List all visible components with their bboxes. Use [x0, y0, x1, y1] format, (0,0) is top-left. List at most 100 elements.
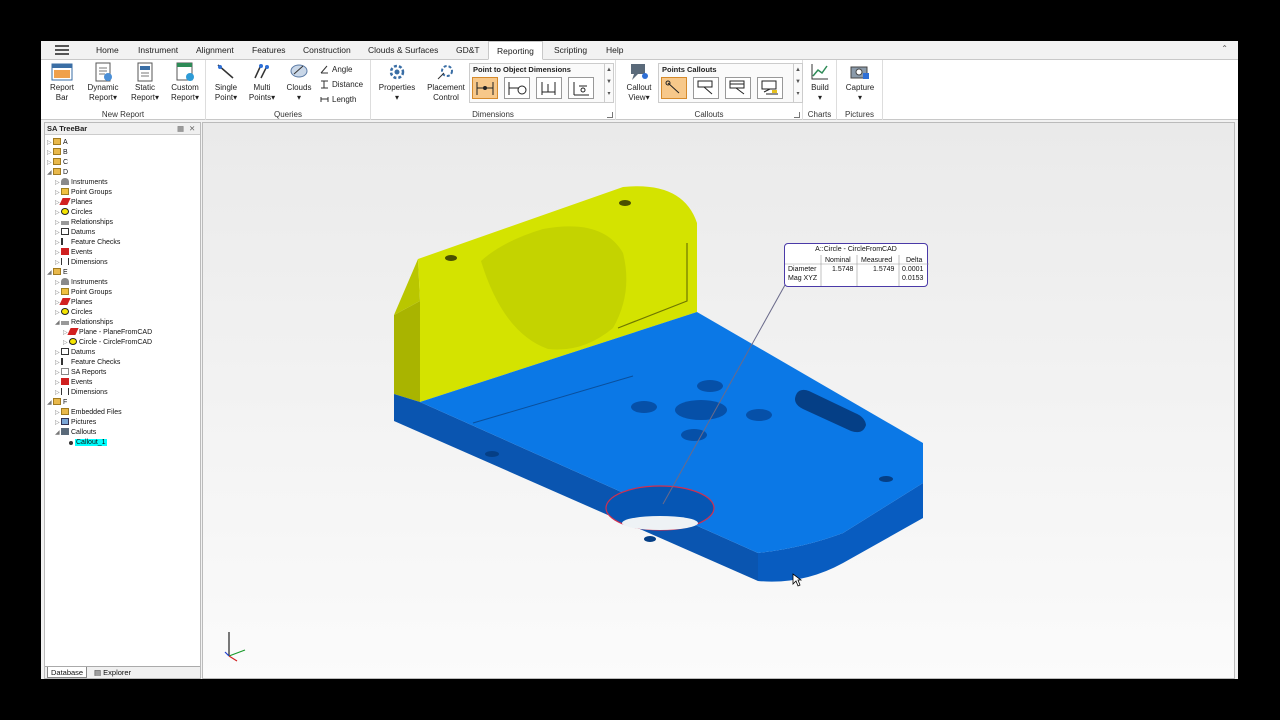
tab-help[interactable]: Help	[606, 41, 623, 60]
relationship-icon	[61, 221, 69, 225]
angle-button[interactable]: Angle	[320, 64, 352, 76]
expand-arrow-icon[interactable]: ▷	[55, 208, 61, 218]
dimension-style-3-button[interactable]	[536, 77, 562, 99]
tree-node[interactable]: ▷ Embedded Files	[55, 408, 122, 418]
dimension-line-icon	[476, 82, 494, 95]
tree-node[interactable]: ▷ Feature Checks	[55, 238, 120, 248]
tree-node[interactable]: ▷ B	[47, 148, 68, 158]
tree-node[interactable]: ▷ Plane - PlaneFromCAD	[63, 328, 152, 338]
expand-arrow-icon[interactable]: ▷	[63, 338, 69, 348]
tree-node[interactable]: Callout_1	[63, 438, 107, 448]
static-report-button[interactable]: Static Report▾	[128, 62, 162, 103]
tab-explorer[interactable]: ▤ Explorer	[91, 667, 134, 678]
tree-node-label: Feature Checks	[71, 239, 121, 246]
tree-node[interactable]: ▷ Instruments	[55, 178, 108, 188]
tab-database[interactable]: Database	[47, 667, 88, 678]
tab-scripting[interactable]: Scripting	[554, 41, 587, 60]
distance-icon	[321, 80, 328, 89]
tree-node[interactable]: ▷ Datums	[55, 228, 95, 238]
gallery-scroll[interactable]: ▲ ▼ ▾	[604, 64, 613, 102]
tree-node[interactable]: ▷ Feature Checks	[55, 358, 120, 368]
tree-node[interactable]: ▷ Circle - CircleFromCAD	[63, 338, 152, 348]
properties-gear-icon	[389, 64, 405, 80]
dynamic-report-button[interactable]: Dynamic Report▾	[85, 62, 121, 103]
tree-node[interactable]: ▷ Dimensions	[55, 388, 108, 398]
callout-style-2-button[interactable]	[693, 77, 719, 99]
callout-box[interactable]: A::Circle - CircleFromCAD Nominal Measur…	[784, 243, 929, 287]
tab-instrument[interactable]: Instrument	[138, 41, 178, 60]
single-point-button[interactable]: Single Point▾	[211, 62, 241, 103]
placement-control-icon	[437, 65, 453, 80]
tab-features[interactable]: Features	[252, 41, 286, 60]
callout-style-4-button[interactable]	[757, 77, 783, 99]
collapse-ribbon-icon[interactable]: ⌃	[1221, 44, 1228, 53]
tree-node[interactable]: ▷ Planes	[55, 198, 92, 208]
tab-home[interactable]: Home	[96, 41, 119, 60]
tree-node[interactable]: ▷ Point Groups	[55, 288, 112, 298]
app-menu-icon[interactable]	[55, 45, 69, 55]
tab-alignment[interactable]: Alignment	[196, 41, 234, 60]
placement-control-button[interactable]: Placement Control	[425, 62, 467, 103]
event-icon	[61, 248, 69, 255]
tree-node[interactable]: ◢ Callouts	[55, 428, 96, 438]
distance-button[interactable]: Distance	[320, 79, 363, 91]
tree-node[interactable]: ▷ C	[47, 158, 68, 168]
build-chart-button[interactable]: Build ▾	[805, 62, 835, 103]
callout-style-1-button[interactable]	[661, 77, 687, 99]
properties-button[interactable]: Properties ▾	[377, 62, 417, 103]
tree-node[interactable]: ▷ Circles	[55, 208, 92, 218]
tree-node-label: Datums	[71, 349, 96, 356]
length-button[interactable]: Length	[320, 94, 356, 106]
tree-node[interactable]: ▷ Datums	[55, 348, 95, 358]
instrument-icon	[61, 178, 69, 185]
callout-view-button[interactable]: Callout View▾	[622, 62, 656, 103]
pin-icon[interactable]: ▦	[177, 123, 184, 135]
tree-node-label: Instruments	[71, 279, 108, 286]
custom-report-button[interactable]: Custom Report▾	[168, 62, 202, 103]
tree-node[interactable]: ◢ D	[47, 168, 68, 178]
tree-node[interactable]: ▷ Events	[55, 378, 92, 388]
tab-reporting[interactable]: Reporting	[488, 41, 543, 60]
clouds-button[interactable]: Clouds ▾	[284, 62, 314, 103]
callout-view-icon	[631, 64, 648, 80]
report-icon	[61, 368, 69, 375]
multi-points-button[interactable]: Multi Points▾	[246, 62, 278, 103]
tree-node[interactable]: ▷ SA Reports	[55, 368, 106, 378]
tree-node-label: Plane - PlaneFromCAD	[79, 329, 153, 336]
graphics-viewport[interactable]: A::Circle - CircleFromCAD Nominal Measur…	[202, 122, 1235, 679]
report-bar-button[interactable]: Report Bar	[47, 62, 77, 103]
tab-construction[interactable]: Construction	[303, 41, 351, 60]
expand-arrow-icon[interactable]: ▷	[55, 308, 61, 318]
dimension-style-4-button[interactable]	[568, 77, 594, 99]
callout-style-3-button[interactable]	[725, 77, 751, 99]
tree-node[interactable]: ▷ Relationships	[55, 218, 113, 228]
tree-node[interactable]: ▷ Circles	[55, 308, 92, 318]
dimension-style-2-button[interactable]	[504, 77, 530, 99]
callouts-dialog-launcher-icon[interactable]	[794, 112, 800, 118]
tree-node[interactable]: ▷ Events	[55, 248, 92, 258]
tree-node[interactable]: ▷ A	[47, 138, 68, 148]
tree-node[interactable]: ▷ Point Groups	[55, 188, 112, 198]
mouse-cursor-icon	[792, 573, 802, 587]
capture-button[interactable]: Capture ▾	[841, 62, 879, 103]
tree-node-label: Relationships	[71, 219, 114, 226]
tab-clouds-surfaces[interactable]: Clouds & Surfaces	[368, 41, 438, 60]
dimension-style-1-button[interactable]	[472, 77, 498, 99]
tree-node[interactable]: ◢ Relationships	[55, 318, 113, 328]
tree-node[interactable]: ▷ Pictures	[55, 418, 96, 428]
queries-group-label: Queries	[273, 110, 302, 119]
tree-node[interactable]: ▷ Dimensions	[55, 258, 108, 268]
dimension-icon	[61, 388, 69, 395]
gallery-scroll[interactable]: ▲ ▼ ▾	[793, 64, 802, 102]
close-icon[interactable]: ✕	[189, 123, 195, 135]
tree-node[interactable]: ▷ Instruments	[55, 278, 108, 288]
folder-icon	[53, 268, 61, 275]
dimensions-dialog-launcher-icon[interactable]	[607, 112, 613, 118]
gallery-title: Point to Object Dimensions	[473, 65, 571, 74]
treebar-title: SA TreeBar	[47, 124, 88, 133]
tree-node[interactable]: ◢ F	[47, 398, 67, 408]
tree-node[interactable]: ◢ E	[47, 268, 68, 278]
base-small-hole-1	[485, 451, 499, 457]
tree-node[interactable]: ▷ Planes	[55, 298, 92, 308]
tab-gdt[interactable]: GD&T	[456, 41, 480, 60]
